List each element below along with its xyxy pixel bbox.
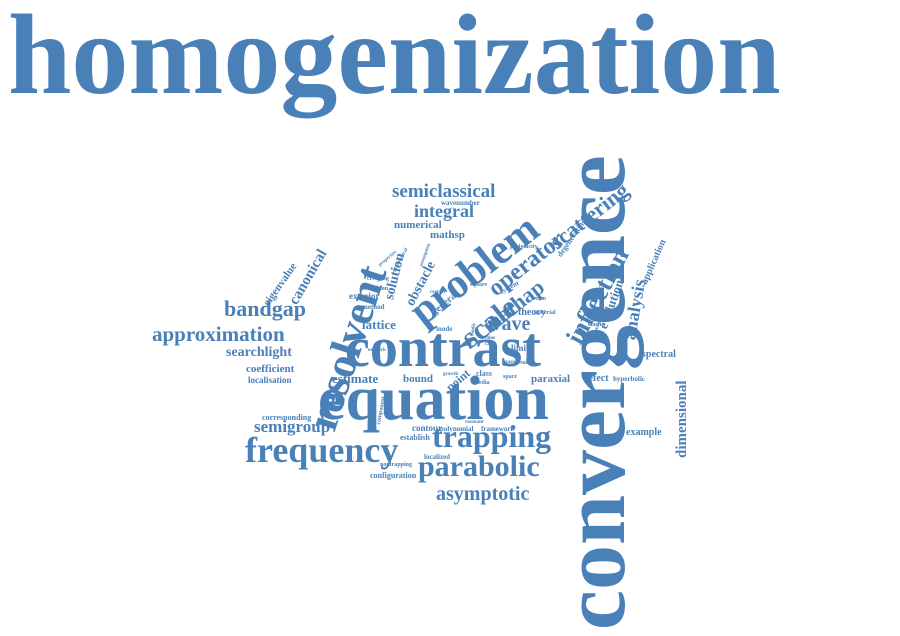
word-polynomial: polynomial bbox=[440, 425, 474, 433]
word-transition: transition bbox=[363, 286, 389, 292]
word-estimate: estimate bbox=[332, 371, 379, 386]
word-case: case bbox=[485, 342, 494, 347]
word-value: value bbox=[484, 336, 496, 341]
word-growth: growth bbox=[443, 372, 459, 377]
word-method: method bbox=[362, 303, 385, 311]
word-paraxial: paraxial bbox=[531, 373, 571, 385]
word-mode: mode bbox=[436, 325, 453, 333]
word-periodicity: periodicity bbox=[510, 244, 538, 250]
word-framework: framework bbox=[481, 425, 515, 433]
word-mathsp: mathsp bbox=[430, 229, 465, 241]
word-class: class bbox=[476, 369, 492, 378]
word-asymptotic: asymptotic bbox=[436, 483, 530, 505]
word-resonant: resonant bbox=[465, 420, 484, 425]
word-beam: beam bbox=[532, 296, 546, 302]
word-cloud: homogenization convergence equation cont… bbox=[0, 0, 900, 636]
word-wavenumber: wavenumber bbox=[441, 199, 480, 207]
word-material: material bbox=[534, 310, 556, 316]
word-spectral: spectral bbox=[642, 349, 676, 360]
word-searchlight: searchlight bbox=[226, 345, 292, 360]
word-frequency: frequency bbox=[245, 430, 399, 470]
word-corresponding: corresponding bbox=[262, 413, 312, 422]
word-exterior: exterior bbox=[349, 291, 380, 301]
word-configuration: configuration bbox=[370, 471, 417, 480]
word-localisation: localisation bbox=[248, 375, 292, 385]
word-contour: contour bbox=[412, 423, 442, 433]
word-dimensional: dimensional bbox=[674, 380, 690, 458]
word-result: result bbox=[515, 360, 530, 366]
word-homogenization: homogenization bbox=[8, 0, 781, 118]
word-defect: defect bbox=[583, 373, 609, 384]
word-creeping: creeping bbox=[367, 276, 389, 282]
word-network: network bbox=[368, 348, 386, 353]
word-canonical: canonical bbox=[286, 246, 331, 308]
word-coefficient: coefficient bbox=[246, 363, 295, 375]
word-stage: stage bbox=[504, 360, 515, 365]
word-localized: localized bbox=[424, 453, 451, 461]
word-approximation: approximation bbox=[152, 322, 285, 346]
word-establish: establish bbox=[400, 433, 430, 442]
word-hyperbolic: hyperbolic bbox=[613, 375, 645, 383]
word-lattice: lattice bbox=[362, 317, 396, 332]
word-certain: certain bbox=[430, 290, 445, 295]
word-example: example bbox=[626, 427, 662, 438]
word-media: media bbox=[474, 380, 490, 386]
word-space: space bbox=[503, 374, 517, 380]
word-limit: limit bbox=[511, 343, 529, 353]
word-nontrapping: nontrapping bbox=[380, 462, 413, 468]
word-application: application bbox=[639, 237, 669, 287]
word-square: square bbox=[470, 282, 488, 288]
word-bound: bound bbox=[403, 373, 433, 385]
